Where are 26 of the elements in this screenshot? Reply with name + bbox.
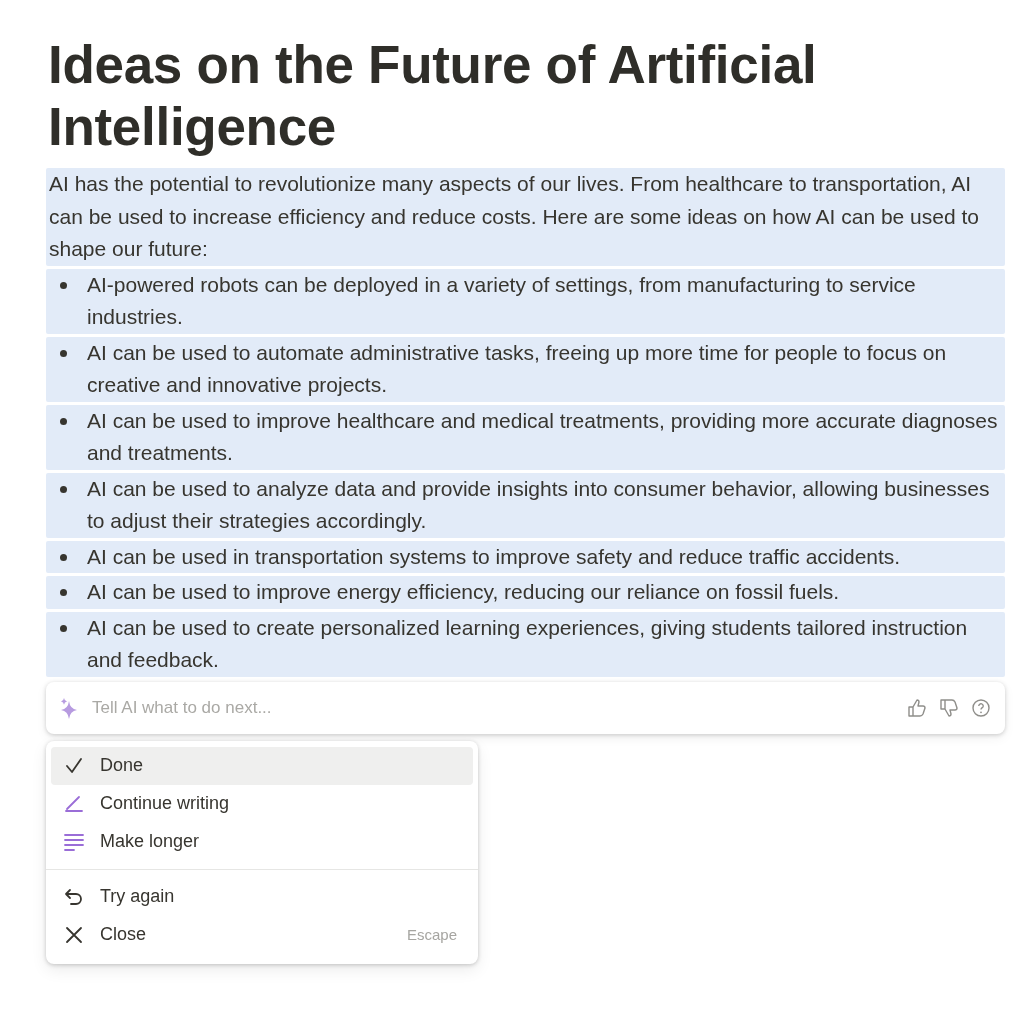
- list-item-text: AI can be used to improve healthcare and medical treatments, providing more accurate diagnoses and treatments.: [87, 407, 999, 466]
- thumbs-down-icon[interactable]: [939, 697, 959, 718]
- bullet-icon: [60, 589, 67, 596]
- help-icon[interactable]: [971, 697, 991, 718]
- list-item-text: AI can be used to create personalized learning experiences, giving students tailored instruction and feedback.: [87, 614, 969, 673]
- ai-prompt-input[interactable]: Tell AI what to do next...: [90, 696, 897, 719]
- menu-item[interactable]: Make longer: [51, 822, 473, 861]
- list-item-text: AI can be used to analyze data and provide insights into consumer behavior, allowing businesses to adjust their strategies accordingly.: [87, 475, 991, 534]
- list-item-text: AI-powered robots can be deployed in a variety of settings, from manufacturing to service industries.: [87, 271, 917, 330]
- list-item-text: AI can be used to automate administrative tasks, freeing up more time for people to focus on creative and innovative projects.: [87, 339, 948, 398]
- shortcut-hint: Escape: [406, 926, 457, 943]
- paragraph: AI has the potential to revolutionize many aspects of our lives. From healthcare to transportation, AI can be used to increase efficiency and reduce costs. Here are some ideas on how AI can be used to shape our future:: [46, 168, 1005, 266]
- bullet-icon: [60, 624, 67, 632]
- menu-item[interactable]: Done: [51, 746, 473, 785]
- menu-item[interactable]: Continue writing: [51, 784, 473, 823]
- thumbs-up-icon[interactable]: [907, 697, 927, 718]
- bullet-icon: [60, 281, 67, 289]
- bullet-icon: [60, 417, 67, 425]
- list-item-text: AI can be used to improve energy efficiency, reducing our reliance on fossil fuels.: [87, 579, 840, 605]
- list-item-text: AI can be used in transportation systems to improve safety and reduce traffic accidents.: [87, 543, 901, 570]
- bullet-icon: [60, 349, 67, 357]
- menu-item[interactable]: Try again: [51, 877, 473, 916]
- bullet-icon: [60, 553, 67, 561]
- page-title: Ideas on the Future of Artificial Intelligence: [48, 34, 818, 158]
- menu-item[interactable]: Close Escape: [51, 915, 473, 954]
- bullet-icon: [60, 485, 67, 493]
